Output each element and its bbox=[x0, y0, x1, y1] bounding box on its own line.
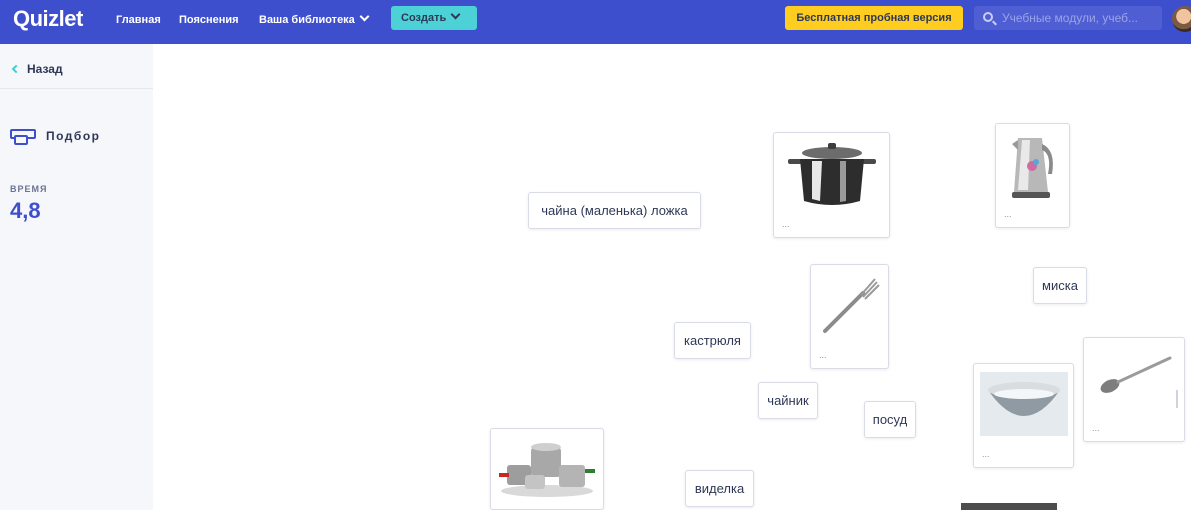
time-value: 4,8 bbox=[10, 198, 41, 223]
image-tile-dots: ... bbox=[982, 449, 990, 459]
nav-library-label: Ваша библиотека bbox=[259, 14, 355, 26]
create-button[interactable]: Создать bbox=[391, 6, 477, 30]
match-tile-fork-word[interactable]: виделка bbox=[685, 470, 754, 507]
nav-library[interactable]: Ваша библиотека bbox=[259, 11, 370, 26]
chevron-down-icon bbox=[359, 11, 370, 22]
free-trial-button[interactable]: Бесплатная пробная версия bbox=[785, 6, 963, 30]
image-tile-dots: ... bbox=[1092, 423, 1100, 433]
image-tile-dots: ... bbox=[819, 350, 827, 360]
quizlet-logo[interactable]: Quizlet bbox=[13, 6, 83, 32]
scrollbar-thumb[interactable] bbox=[1176, 390, 1178, 408]
search-icon bbox=[983, 12, 993, 22]
mode-label: Подбор bbox=[46, 129, 101, 144]
bottom-overlay-bar bbox=[961, 503, 1057, 510]
match-tile-kettle-word[interactable]: чайник bbox=[758, 382, 818, 419]
top-navigation-bar: Quizlet Главная Пояснения Ваша библиотек… bbox=[0, 0, 1191, 44]
match-tile-dishes-image[interactable] bbox=[490, 428, 604, 510]
match-tile-pot-word[interactable]: кастрюля bbox=[674, 322, 751, 359]
match-cards-icon bbox=[10, 129, 38, 145]
sidebar: Назад Подбор ВРЕМЯ 4,8 bbox=[0, 44, 153, 510]
cookware-set-icon bbox=[499, 443, 595, 497]
fork-icon bbox=[823, 278, 880, 333]
mode-title: Подбор bbox=[10, 129, 101, 145]
match-tile-spoon-image[interactable]: ... bbox=[1083, 337, 1185, 442]
back-button[interactable]: Назад bbox=[11, 62, 63, 76]
image-tile-dots: ... bbox=[782, 219, 790, 229]
chevron-left-icon bbox=[11, 64, 21, 74]
match-tile-fork-image[interactable]: ... bbox=[810, 264, 889, 369]
match-tile-kettle-image[interactable]: ... bbox=[995, 123, 1070, 228]
match-tile-bowl-word[interactable]: миска bbox=[1033, 267, 1087, 304]
match-tile-pot-image[interactable]: ... bbox=[773, 132, 890, 238]
nav-home[interactable]: Главная bbox=[116, 14, 161, 26]
create-button-label: Создать bbox=[401, 12, 447, 24]
sidebar-divider bbox=[0, 88, 153, 89]
back-label: Назад bbox=[27, 62, 63, 76]
time-label: ВРЕМЯ bbox=[10, 184, 48, 194]
teaspoon-icon bbox=[1100, 356, 1172, 393]
nav-explanations[interactable]: Пояснения bbox=[179, 14, 239, 26]
avatar[interactable] bbox=[1172, 6, 1191, 32]
electric-kettle-icon bbox=[1012, 138, 1053, 198]
match-tile-spoon-word[interactable]: чайна (маленька) ложка bbox=[528, 192, 701, 229]
search-placeholder: Учебные модули, учеб... bbox=[1002, 11, 1138, 25]
match-tile-dishes-word[interactable]: посуд bbox=[864, 401, 916, 438]
match-tile-bowl-image[interactable]: ... bbox=[973, 363, 1074, 468]
chevron-down-icon bbox=[450, 9, 461, 20]
bowl-icon bbox=[980, 372, 1068, 436]
search-input[interactable]: Учебные модули, учеб... bbox=[974, 6, 1162, 30]
image-tile-dots: ... bbox=[1004, 209, 1012, 219]
cooking-pot-icon bbox=[788, 143, 876, 205]
